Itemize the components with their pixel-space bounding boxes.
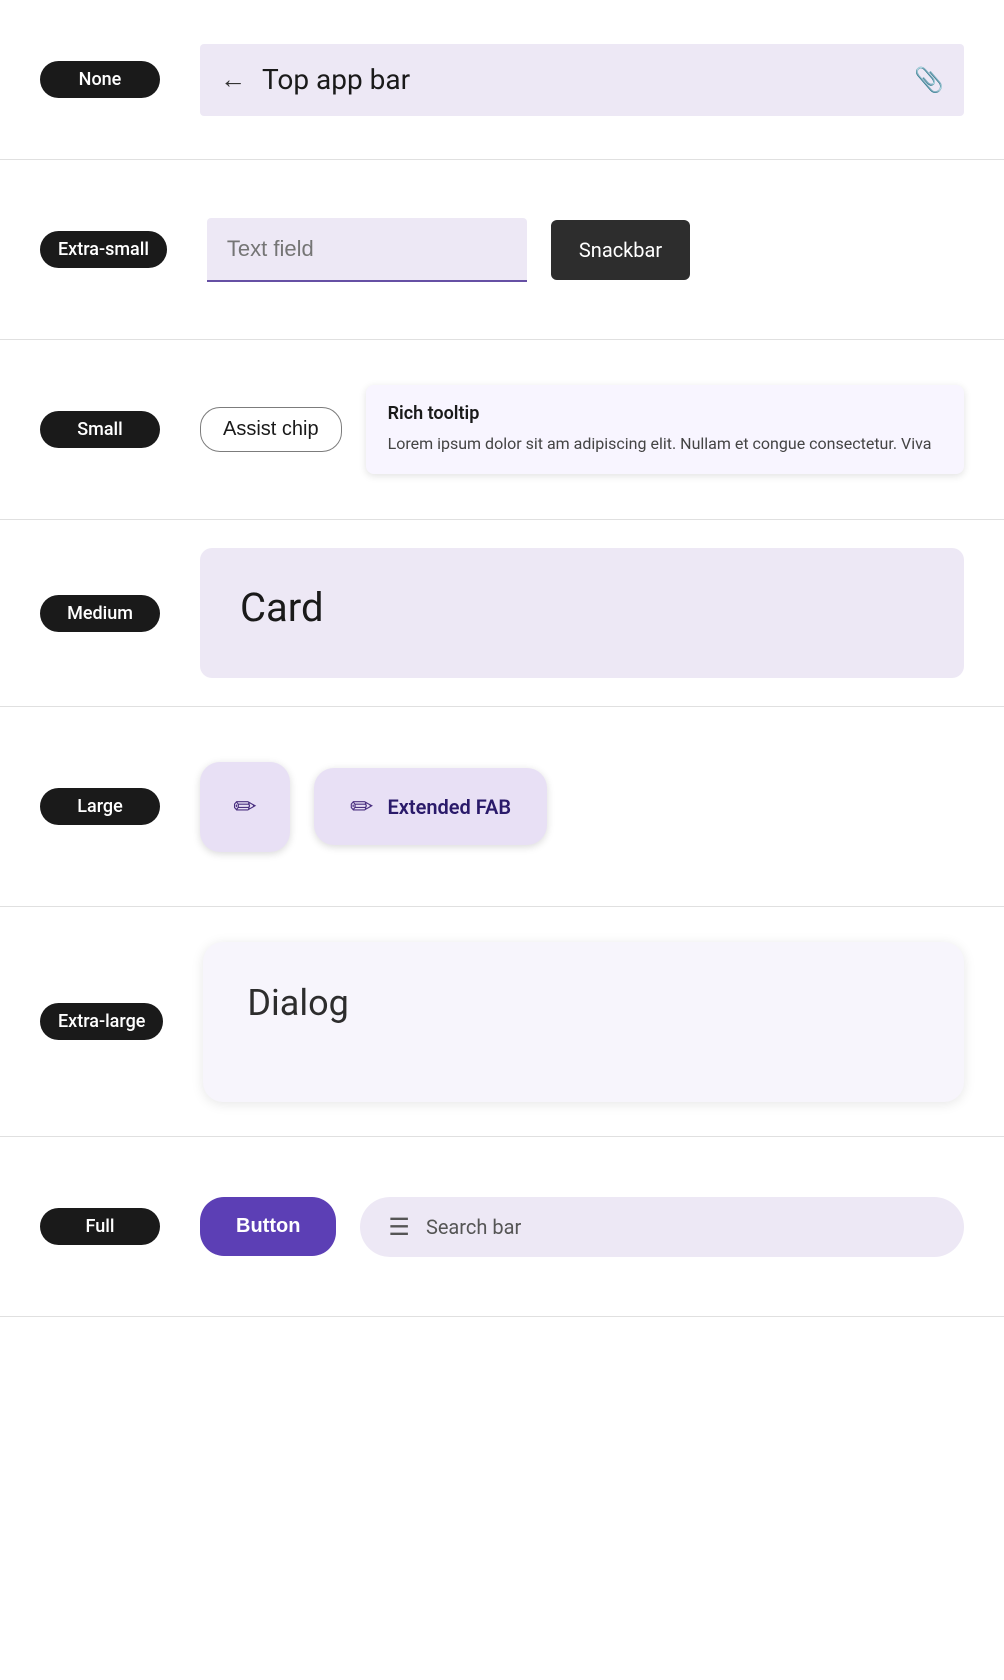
search-bar[interactable]: ☰ Search bar [360, 1197, 964, 1257]
full-content: Button ☰ Search bar [200, 1197, 964, 1257]
primary-button[interactable]: Button [200, 1197, 336, 1256]
snackbar-label: Snackbar [579, 238, 662, 262]
fab-icon: ✏ [233, 790, 256, 823]
rich-tooltip-title: Rich tooltip [388, 403, 942, 424]
row-medium: Medium Card [0, 520, 1004, 707]
small-content: Assist chip Rich tooltip Lorem ipsum dol… [200, 385, 964, 474]
assist-chip[interactable]: Assist chip [200, 407, 342, 452]
snackbar: Snackbar [551, 220, 690, 280]
badge-extra-large: Extra-large [40, 1003, 163, 1040]
badge-medium: Medium [40, 595, 160, 632]
dialog-title: Dialog [247, 982, 920, 1024]
search-bar-label: Search bar [426, 1215, 521, 1239]
back-icon[interactable]: ← [220, 64, 246, 95]
row-none: None ← Top app bar 📎 [0, 0, 1004, 160]
card-title: Card [240, 584, 924, 631]
card[interactable]: Card [200, 548, 964, 678]
badge-extra-small: Extra-small [40, 231, 167, 268]
extended-fab[interactable]: ✏ Extended FAB [314, 768, 547, 845]
badge-full: Full [40, 1208, 160, 1245]
large-content: ✏ ✏ Extended FAB [200, 762, 964, 852]
badge-none: None [40, 61, 160, 98]
primary-button-label: Button [236, 1215, 300, 1237]
fab[interactable]: ✏ [200, 762, 290, 852]
badge-small: Small [40, 411, 160, 448]
row-large: Large ✏ ✏ Extended FAB [0, 707, 1004, 907]
extended-fab-label: Extended FAB [387, 795, 511, 819]
attach-icon[interactable]: 📎 [914, 66, 944, 94]
extra-small-content: Snackbar [207, 218, 964, 282]
medium-content: Card [200, 548, 964, 678]
row-small: Small Assist chip Rich tooltip Lorem ips… [0, 340, 1004, 520]
badge-large: Large [40, 788, 160, 825]
text-field-input[interactable] [207, 218, 527, 282]
dialog[interactable]: Dialog [203, 942, 964, 1102]
row-extra-large: Extra-large Dialog [0, 907, 1004, 1137]
extra-large-content: Dialog [203, 942, 964, 1102]
row-full: Full Button ☰ Search bar [0, 1137, 1004, 1317]
rich-tooltip-body: Lorem ipsum dolor sit am adipiscing elit… [388, 432, 942, 456]
extended-fab-icon: ✏ [350, 790, 373, 823]
top-app-bar-title: Top app bar [262, 63, 914, 96]
assist-chip-label: Assist chip [223, 418, 319, 440]
rich-tooltip: Rich tooltip Lorem ipsum dolor sit am ad… [366, 385, 964, 474]
top-app-bar: ← Top app bar 📎 [200, 44, 964, 116]
row-extra-small: Extra-small Snackbar [0, 160, 1004, 340]
menu-icon: ☰ [388, 1213, 410, 1241]
